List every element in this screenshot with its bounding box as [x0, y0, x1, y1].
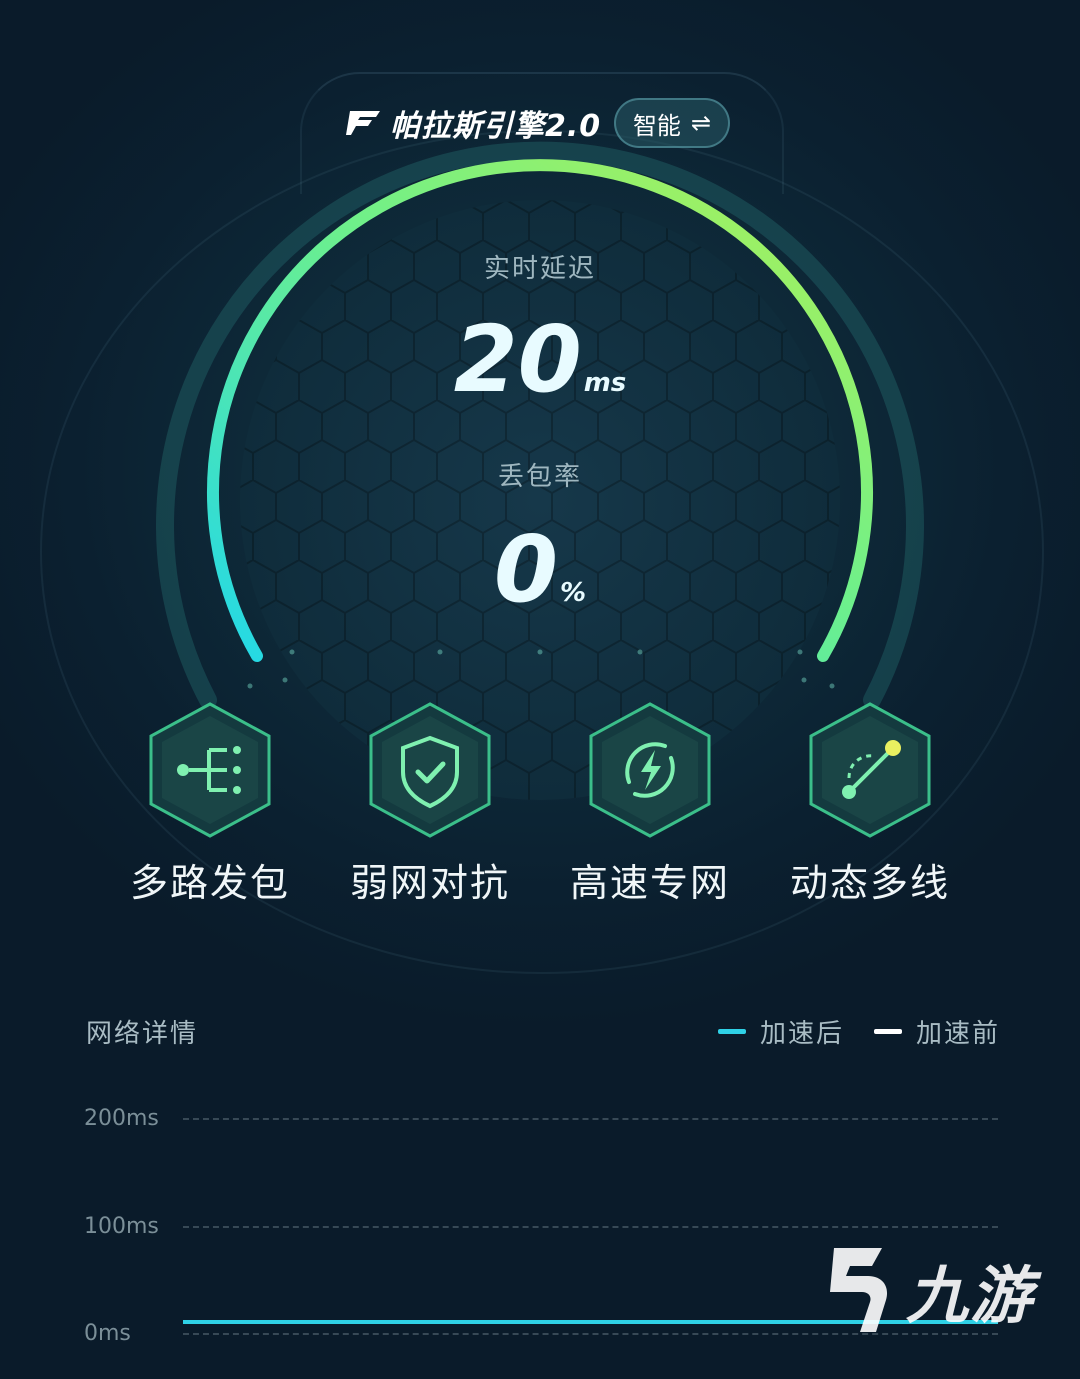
watermark: 九游: [820, 1240, 1034, 1340]
latency-series: [183, 1320, 998, 1324]
app-screen: 帕拉斯引擎2.0 智能 ⇌ 实时延迟 20ms 丢包率 0% 多路发包 弱网对抗…: [0, 0, 1080, 1379]
watermark-text: 九游: [906, 1259, 1035, 1332]
nine-game-logo-icon: [830, 1248, 888, 1332]
